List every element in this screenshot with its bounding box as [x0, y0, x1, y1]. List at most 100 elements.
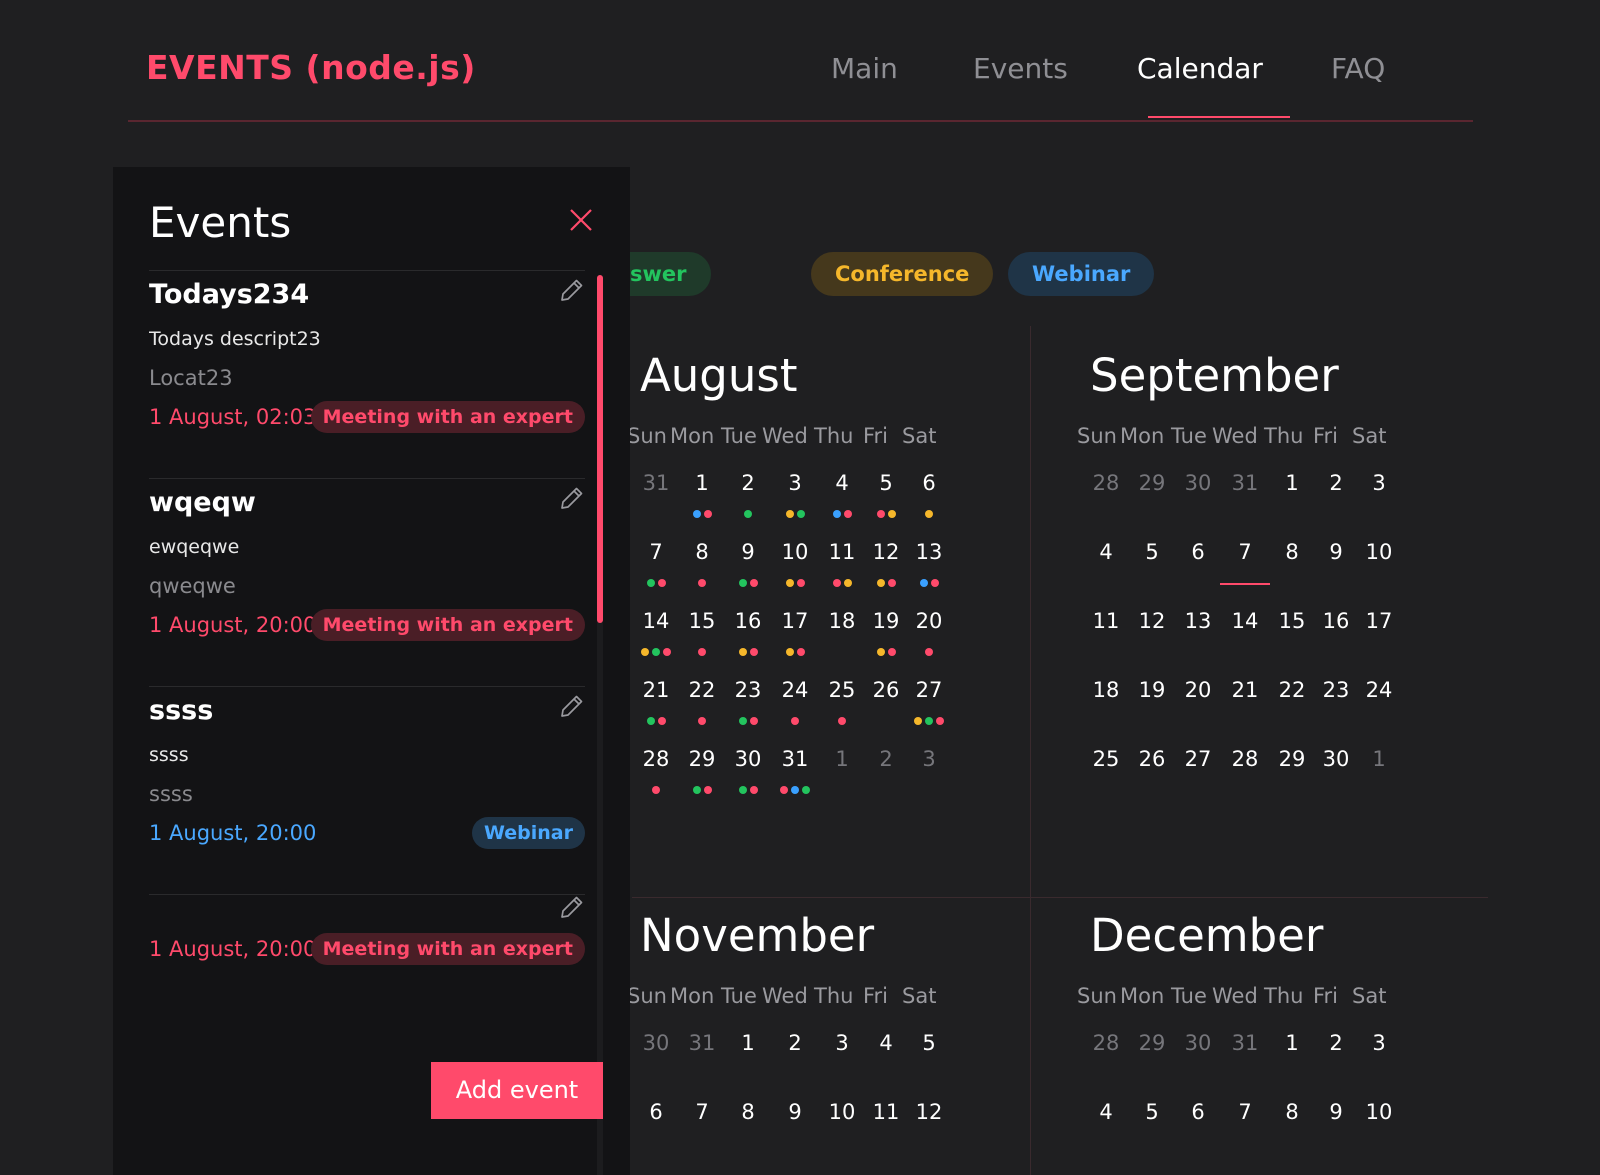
calendar-day[interactable]: 22 — [678, 678, 726, 702]
calendar-day[interactable]: 29 — [1128, 1031, 1176, 1055]
calendar-day[interactable]: 5 — [1128, 540, 1176, 564]
calendar-day[interactable]: 9 — [724, 540, 772, 564]
calendar-day[interactable]: 15 — [678, 609, 726, 633]
calendar-day[interactable]: 27 — [1174, 747, 1222, 771]
calendar-day[interactable]: 7 — [678, 1100, 726, 1124]
calendar-day[interactable]: 3 — [771, 471, 819, 495]
nav-main[interactable]: Main — [831, 52, 898, 85]
calendar-day[interactable]: 11 — [1082, 609, 1130, 633]
calendar-day[interactable]: 1 — [678, 471, 726, 495]
calendar-day[interactable]: 1 — [1268, 1031, 1316, 1055]
calendar-day[interactable]: 1 — [818, 747, 866, 771]
calendar-day[interactable]: 1 — [1355, 747, 1403, 771]
calendar-day[interactable]: 31 — [771, 747, 819, 771]
calendar-day[interactable]: 19 — [862, 609, 910, 633]
calendar-day[interactable]: 2 — [724, 471, 772, 495]
calendar-day[interactable]: 8 — [1268, 540, 1316, 564]
calendar-day[interactable]: 6 — [1174, 540, 1222, 564]
calendar-day[interactable]: 8 — [678, 540, 726, 564]
calendar-day[interactable]: 4 — [1082, 540, 1130, 564]
calendar-day[interactable]: 15 — [1268, 609, 1316, 633]
nav-calendar[interactable]: Calendar — [1137, 52, 1263, 85]
calendar-day[interactable]: 5 — [1128, 1100, 1176, 1124]
calendar-day[interactable]: 29 — [678, 747, 726, 771]
calendar-day[interactable]: 30 — [1174, 471, 1222, 495]
calendar-day[interactable]: 11 — [818, 540, 866, 564]
calendar-day[interactable]: 28 — [1082, 1031, 1130, 1055]
calendar-day[interactable]: 17 — [1355, 609, 1403, 633]
calendar-day[interactable]: 28 — [632, 747, 680, 771]
event-card[interactable]: wqeqw ewqeqwe qweqwe 1 August, 20:00 Meeting… — [149, 478, 585, 686]
calendar-day[interactable]: 25 — [1082, 747, 1130, 771]
calendar-day[interactable]: 26 — [862, 678, 910, 702]
calendar-day[interactable]: 1 — [724, 1031, 772, 1055]
calendar-day[interactable]: 30 — [1312, 747, 1360, 771]
calendar-day[interactable]: 30 — [632, 1031, 680, 1055]
close-icon[interactable] — [563, 202, 599, 238]
calendar-day[interactable]: 24 — [1355, 678, 1403, 702]
calendar-day[interactable]: 3 — [1355, 471, 1403, 495]
calendar-day[interactable]: 11 — [862, 1100, 910, 1124]
calendar-day[interactable]: 26 — [1128, 747, 1176, 771]
calendar-day[interactable]: 31 — [632, 471, 680, 495]
calendar-day[interactable]: 20 — [905, 609, 953, 633]
calendar-day[interactable]: 31 — [1221, 1031, 1269, 1055]
calendar-day[interactable]: 27 — [905, 678, 953, 702]
calendar-day[interactable]: 29 — [1268, 747, 1316, 771]
calendar-day[interactable]: 12 — [905, 1100, 953, 1124]
calendar-day[interactable]: 10 — [818, 1100, 866, 1124]
calendar-day[interactable]: 20 — [1174, 678, 1222, 702]
edit-pencil-icon[interactable] — [559, 277, 585, 303]
calendar-day[interactable]: 12 — [862, 540, 910, 564]
calendar-day[interactable]: 29 — [1128, 471, 1176, 495]
tag-webinar[interactable]: Webinar — [1008, 252, 1155, 296]
calendar-day[interactable]: 9 — [771, 1100, 819, 1124]
calendar-day[interactable]: 5 — [862, 471, 910, 495]
calendar-day[interactable]: 4 — [1082, 1100, 1130, 1124]
calendar-day[interactable]: 23 — [724, 678, 772, 702]
calendar-day[interactable]: 5 — [905, 1031, 953, 1055]
calendar-day[interactable]: 13 — [905, 540, 953, 564]
calendar-day[interactable]: 13 — [1174, 609, 1222, 633]
calendar-day[interactable]: 25 — [818, 678, 866, 702]
calendar-day[interactable]: 19 — [1128, 678, 1176, 702]
calendar-day[interactable]: 6 — [905, 471, 953, 495]
calendar-day[interactable]: 21 — [1221, 678, 1269, 702]
event-card[interactable]: Todays234 Todays descript23 Locat23 1 Augus… — [149, 270, 585, 478]
calendar-day[interactable]: 8 — [1268, 1100, 1316, 1124]
event-card[interactable]: ssss ssss ssss 1 August, 20:00 Webinar — [149, 686, 585, 894]
scrollbar-thumb[interactable] — [597, 275, 603, 623]
calendar-day[interactable]: 31 — [1221, 471, 1269, 495]
calendar-day[interactable]: 31 — [678, 1031, 726, 1055]
calendar-day[interactable]: 9 — [1312, 540, 1360, 564]
calendar-day[interactable]: 24 — [771, 678, 819, 702]
nav-events[interactable]: Events — [973, 52, 1068, 85]
calendar-day[interactable]: 10 — [1355, 540, 1403, 564]
add-event-button[interactable]: Add event — [431, 1062, 603, 1119]
calendar-day[interactable]: 6 — [1174, 1100, 1222, 1124]
app-logo[interactable]: EVENTS (node.js) — [146, 48, 476, 87]
calendar-day[interactable]: 4 — [818, 471, 866, 495]
calendar-day[interactable]: 28 — [1221, 747, 1269, 771]
calendar-day[interactable]: 18 — [1082, 678, 1130, 702]
calendar-day[interactable]: 16 — [724, 609, 772, 633]
calendar-day[interactable]: 7 — [1221, 1100, 1269, 1124]
calendar-day[interactable]: 7 — [632, 540, 680, 564]
calendar-day[interactable]: 6 — [632, 1100, 680, 1124]
calendar-day[interactable]: 12 — [1128, 609, 1176, 633]
calendar-day[interactable]: 2 — [1312, 1031, 1360, 1055]
calendar-day[interactable]: 30 — [1174, 1031, 1222, 1055]
calendar-day[interactable]: 3 — [818, 1031, 866, 1055]
calendar-day[interactable]: 17 — [771, 609, 819, 633]
nav-faq[interactable]: FAQ — [1331, 52, 1385, 85]
edit-pencil-icon[interactable] — [559, 894, 585, 920]
edit-pencil-icon[interactable] — [559, 485, 585, 511]
calendar-day[interactable]: 16 — [1312, 609, 1360, 633]
edit-pencil-icon[interactable] — [559, 693, 585, 719]
calendar-day[interactable]: 9 — [1312, 1100, 1360, 1124]
calendar-day[interactable]: 21 — [632, 678, 680, 702]
calendar-day[interactable]: 23 — [1312, 678, 1360, 702]
calendar-day[interactable]: 7 — [1221, 540, 1269, 564]
calendar-day[interactable]: 30 — [724, 747, 772, 771]
calendar-day[interactable]: 1 — [1268, 471, 1316, 495]
